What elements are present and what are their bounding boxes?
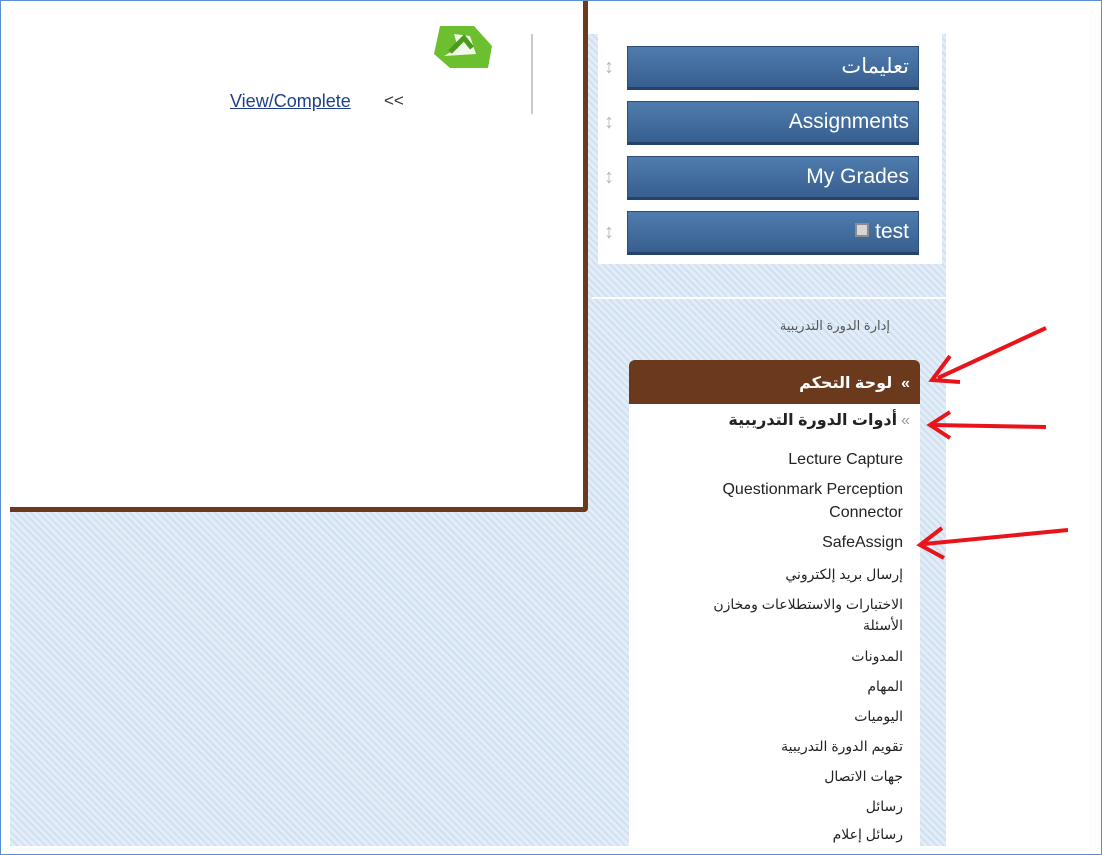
- nav-button-assignments[interactable]: Assignments: [627, 101, 919, 145]
- course-tool-link[interactable]: إرسال بريد إلكتروني: [629, 564, 903, 585]
- course-tool-link[interactable]: اليوميات: [629, 706, 903, 727]
- nav-button-label: test: [875, 220, 909, 243]
- course-tools-toggle[interactable]: أدوات الدورة التدريبية «: [629, 410, 920, 430]
- nav-button-instructions[interactable]: تعليمات: [627, 46, 919, 90]
- course-tool-link[interactable]: الاختبارات والاستطلاعات ومخازن الأسئلة: [629, 594, 903, 636]
- nav-row-my-grades: ↕ My Grades: [598, 156, 920, 200]
- course-tool-link[interactable]: Questionmark Perception Connector: [629, 478, 903, 524]
- assignment-icon: [434, 26, 492, 68]
- drag-handle-icon[interactable]: ↕: [604, 111, 614, 134]
- view-complete-link[interactable]: View/Complete: [230, 91, 351, 112]
- nav-button-test[interactable]: test: [627, 211, 919, 255]
- collapse-chevron-icon: «: [901, 412, 910, 429]
- annotation-arrow-icon: [926, 410, 1047, 440]
- course-tool-link[interactable]: المهام: [629, 676, 903, 697]
- collapse-chevron-icon: «: [896, 375, 910, 392]
- drag-handle-icon[interactable]: ↕: [604, 56, 614, 79]
- drag-handle-icon[interactable]: ↕: [604, 221, 614, 244]
- course-tool-link[interactable]: Lecture Capture: [629, 448, 903, 471]
- nav-button-label: تعليمات: [841, 55, 909, 78]
- nav-button-label: Assignments: [788, 110, 909, 133]
- content-panel: [10, 0, 588, 512]
- control-panel-label: لوحة التحكم: [799, 375, 893, 392]
- section-separator: [592, 297, 946, 299]
- control-panel-header[interactable]: لوحة التحكم «: [629, 360, 920, 404]
- hidden-item-icon: [855, 223, 870, 238]
- nav-button-my-grades[interactable]: My Grades: [627, 156, 919, 200]
- annotation-arrow-icon: [916, 526, 1069, 560]
- course-tool-link[interactable]: رسائل إعلام: [629, 824, 903, 845]
- nav-row-assignments: ↕ Assignments: [598, 101, 920, 145]
- left-margin: [0, 0, 10, 855]
- nav-button-label: My Grades: [806, 165, 909, 188]
- course-tool-link[interactable]: رسائل: [629, 796, 903, 817]
- course-tool-link[interactable]: تقويم الدورة التدريبية: [629, 736, 903, 757]
- course-tools-label: أدوات الدورة التدريبية: [728, 412, 898, 429]
- nav-row-test: ↕ test: [598, 211, 920, 255]
- drag-handle-icon[interactable]: ↕: [604, 166, 614, 189]
- course-tool-link[interactable]: جهات الاتصال: [629, 766, 903, 787]
- content-divider: [531, 34, 533, 114]
- bottom-margin: [0, 846, 1102, 855]
- nav-row-instructions: ↕ تعليمات: [598, 46, 920, 90]
- view-arrows-glyph: <<: [384, 91, 404, 110]
- annotation-arrow-icon: [928, 326, 1047, 384]
- course-management-title: إدارة الدورة التدريبية: [779, 318, 890, 333]
- course-tool-link[interactable]: المدونات: [629, 646, 903, 667]
- course-tool-link[interactable]: SafeAssign: [629, 531, 903, 554]
